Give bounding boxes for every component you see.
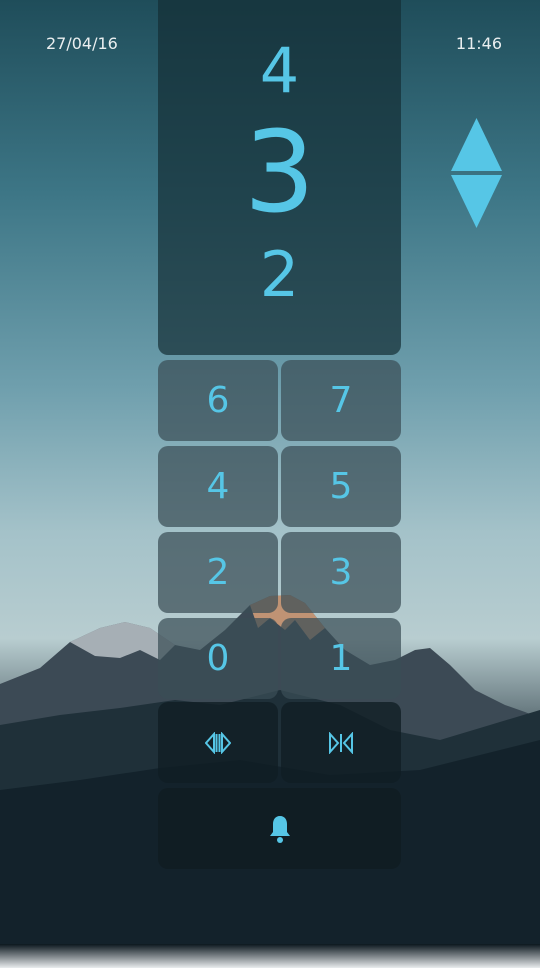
up-arrow-icon [451,118,502,171]
alarm-button[interactable] [158,788,401,869]
current-floor: 3 [243,108,316,238]
doors-open-icon [205,731,231,754]
time-display: 11:46 [455,34,502,53]
down-arrow-icon [451,175,502,228]
close-doors-button[interactable] [281,702,401,783]
date-display: 27/04/16 [46,34,118,53]
floor-button-2[interactable]: 2 [158,532,278,613]
open-doors-button[interactable] [158,702,278,783]
floor-button-0[interactable]: 0 [158,618,278,699]
previous-floor: 2 [259,238,300,311]
up-down-arrows-icon [451,118,502,228]
floor-button-4[interactable]: 4 [158,446,278,527]
next-floor: 4 [259,34,300,107]
floor-button-1[interactable]: 1 [281,618,401,699]
floor-indicator-panel: 4 3 2 [158,0,401,355]
elevator-screen: 27/04/16 11:46 4 3 2 6 7 4 5 2 3 0 1 [0,0,540,968]
floor-button-7[interactable]: 7 [281,360,401,441]
doors-close-icon [329,731,353,754]
floor-button-5[interactable]: 5 [281,446,401,527]
bottom-edge [0,944,540,968]
bell-icon [269,815,290,843]
floor-button-6[interactable]: 6 [158,360,278,441]
floor-button-3[interactable]: 3 [281,532,401,613]
